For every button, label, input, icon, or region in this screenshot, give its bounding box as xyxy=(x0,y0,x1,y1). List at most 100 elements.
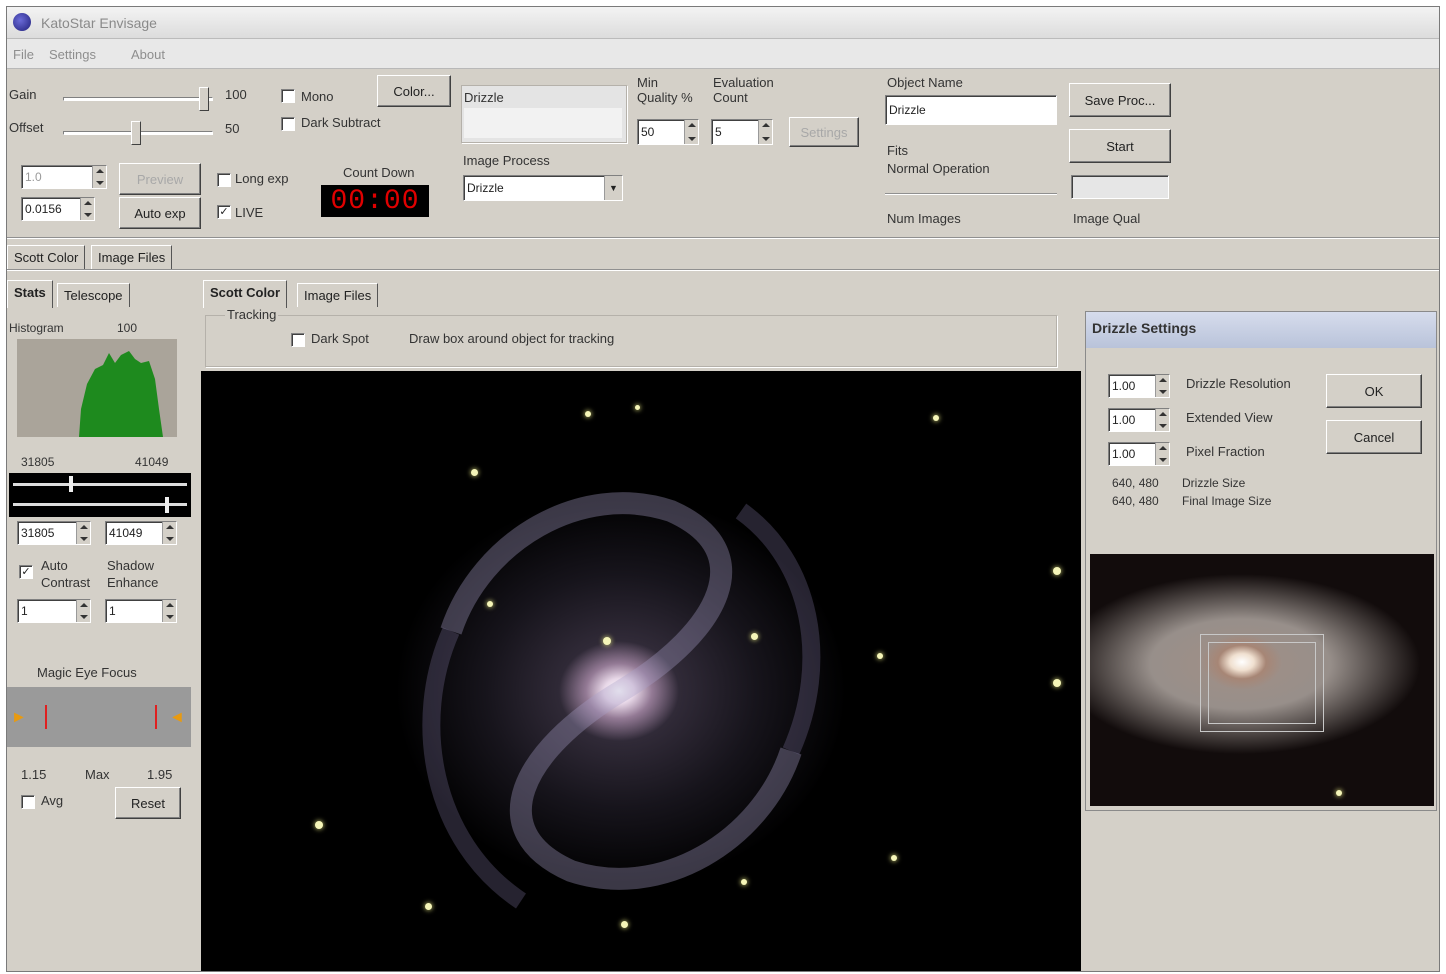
extended-view-spinner[interactable] xyxy=(1155,409,1169,431)
center-tabstrip: Scott Color Image Files xyxy=(203,280,503,308)
min-quality-field[interactable]: 50 xyxy=(637,119,699,145)
histogram-high-field[interactable]: 41049 xyxy=(105,521,177,545)
offset-value: 50 xyxy=(225,121,240,136)
menu-settings[interactable]: Settings xyxy=(49,47,96,62)
image-qual-label: Image Qual xyxy=(1073,211,1141,226)
drizzle-settings-dialog: Drizzle Settings 1.00 Drizzle Resolution… xyxy=(1085,311,1437,811)
settings-button[interactable]: Settings xyxy=(789,117,859,147)
pixel-fraction-field[interactable]: 1.00 xyxy=(1108,442,1170,466)
auto-contrast-spinner[interactable] xyxy=(76,600,90,622)
histogram-label: Histogram xyxy=(9,321,64,335)
dark-spot-label: Dark Spot xyxy=(311,331,369,346)
exposure-value: 1.0 xyxy=(25,170,42,184)
shadow-enhance-field[interactable]: 1 xyxy=(105,599,177,623)
shadow-enhance-spinner[interactable] xyxy=(162,600,176,622)
histogram-high-spinner[interactable] xyxy=(162,522,176,544)
auto-contrast-checkbox[interactable]: ✓ xyxy=(19,565,33,579)
mono-checkbox[interactable] xyxy=(281,89,295,103)
exposure2-spinner[interactable] xyxy=(80,198,94,220)
tab-scott-color-center[interactable]: Scott Color xyxy=(203,280,288,308)
star xyxy=(487,601,493,607)
histogram-low-spinner[interactable] xyxy=(76,522,90,544)
image-process-value: Drizzle xyxy=(467,181,504,195)
evaluation-count-field[interactable]: 5 xyxy=(711,119,773,145)
drizzle-resolution-spinner[interactable] xyxy=(1155,375,1169,397)
histogram-low: 31805 xyxy=(21,455,55,469)
pixel-fraction-value: 1.00 xyxy=(1112,447,1136,461)
live-checkbox[interactable]: ✓ xyxy=(217,205,231,219)
divider xyxy=(885,193,1057,195)
tab-divider xyxy=(7,269,1439,271)
star xyxy=(741,879,747,885)
star xyxy=(751,633,758,640)
histogram-high-field-value: 41049 xyxy=(109,526,143,540)
dark-subtract-label: Dark Subtract xyxy=(301,115,381,130)
menu-file[interactable]: File xyxy=(13,47,34,62)
tracking-label: Tracking xyxy=(225,307,279,322)
focus-marker-right xyxy=(155,705,157,729)
preview-button[interactable]: Preview xyxy=(119,163,201,195)
extended-view-field[interactable]: 1.00 xyxy=(1108,408,1170,432)
levels-thumb-low[interactable] xyxy=(69,476,73,492)
exposure-field[interactable]: 1.0 xyxy=(21,165,107,189)
gain-slider-track[interactable] xyxy=(63,97,213,101)
drizzle-area xyxy=(464,108,622,138)
tab-stats[interactable]: Stats xyxy=(7,280,53,308)
drizzle-resolution-field[interactable]: 1.00 xyxy=(1108,374,1170,398)
reset-button[interactable]: Reset xyxy=(115,787,181,819)
chevron-down-icon[interactable]: ▼ xyxy=(604,176,622,200)
title-bar: KatoStar Envisage xyxy=(7,7,1439,39)
exposure-spinner[interactable] xyxy=(92,166,106,188)
galaxy-arms xyxy=(422,492,821,909)
color-button[interactable]: Color... xyxy=(377,75,451,107)
galaxy-image[interactable] xyxy=(201,371,1081,971)
auto-exp-button[interactable]: Auto exp xyxy=(119,197,201,229)
drizzle-settings-title: Drizzle Settings xyxy=(1086,312,1436,348)
pixel-fraction-spinner[interactable] xyxy=(1155,443,1169,465)
evaluation-count-spinner[interactable] xyxy=(758,120,772,144)
start-button[interactable]: Start xyxy=(1069,129,1171,163)
min-quality-spinner[interactable] xyxy=(684,120,698,144)
drizzle-resolution-value: 1.00 xyxy=(1112,379,1136,393)
star xyxy=(635,405,640,410)
drizzle-inner-box[interactable] xyxy=(1208,642,1316,724)
offset-slider-thumb[interactable] xyxy=(131,121,141,145)
gain-value: 100 xyxy=(225,87,247,102)
auto-contrast-field[interactable]: 1 xyxy=(17,599,91,623)
long-exp-checkbox[interactable] xyxy=(217,173,231,187)
star xyxy=(471,469,478,476)
drizzle-box: Drizzle xyxy=(461,85,627,143)
tab-telescope[interactable]: Telescope xyxy=(57,283,130,307)
levels-thumb-high[interactable] xyxy=(165,497,169,513)
ok-button[interactable]: OK xyxy=(1326,374,1422,408)
num-images-label: Num Images xyxy=(887,211,961,226)
drizzle-size-label: Drizzle Size xyxy=(1182,476,1246,490)
exposure2-value: 0.0156 xyxy=(25,202,62,216)
drizzle-preview-image[interactable] xyxy=(1090,554,1434,806)
exposure2-field[interactable]: 0.0156 xyxy=(21,197,95,221)
final-size-value: 640, 480 xyxy=(1112,494,1159,508)
tab-image-files-center[interactable]: Image Files xyxy=(297,283,379,307)
tab-image-files-top[interactable]: Image Files xyxy=(91,245,173,269)
avg-checkbox[interactable] xyxy=(21,795,35,809)
drizzle-label: Drizzle xyxy=(464,90,504,105)
object-name-input[interactable]: Drizzle xyxy=(885,95,1057,125)
auto-contrast-value: 1 xyxy=(21,604,28,618)
menu-about[interactable]: About xyxy=(131,47,165,62)
focus-max-label: Max xyxy=(85,767,110,782)
application-window: KatoStar Envisage File Settings About Ga… xyxy=(6,6,1440,972)
gain-slider-thumb[interactable] xyxy=(199,87,209,111)
focus-max-value: 1.95 xyxy=(147,767,173,782)
cancel-button[interactable]: Cancel xyxy=(1326,420,1422,454)
dark-spot-checkbox[interactable] xyxy=(291,333,305,347)
image-process-select[interactable]: Drizzle ▼ xyxy=(463,175,623,201)
focus-marker-left xyxy=(45,705,47,729)
long-exp-label: Long exp xyxy=(235,171,289,186)
tab-scott-color-top[interactable]: Scott Color xyxy=(7,245,86,269)
fits-label: Fits xyxy=(887,143,908,158)
histogram-low-field[interactable]: 31805 xyxy=(17,521,91,545)
save-proc-button[interactable]: Save Proc... xyxy=(1069,83,1171,117)
image-process-label: Image Process xyxy=(463,153,550,168)
dark-subtract-checkbox[interactable] xyxy=(281,117,295,131)
top-divider xyxy=(7,237,1439,239)
